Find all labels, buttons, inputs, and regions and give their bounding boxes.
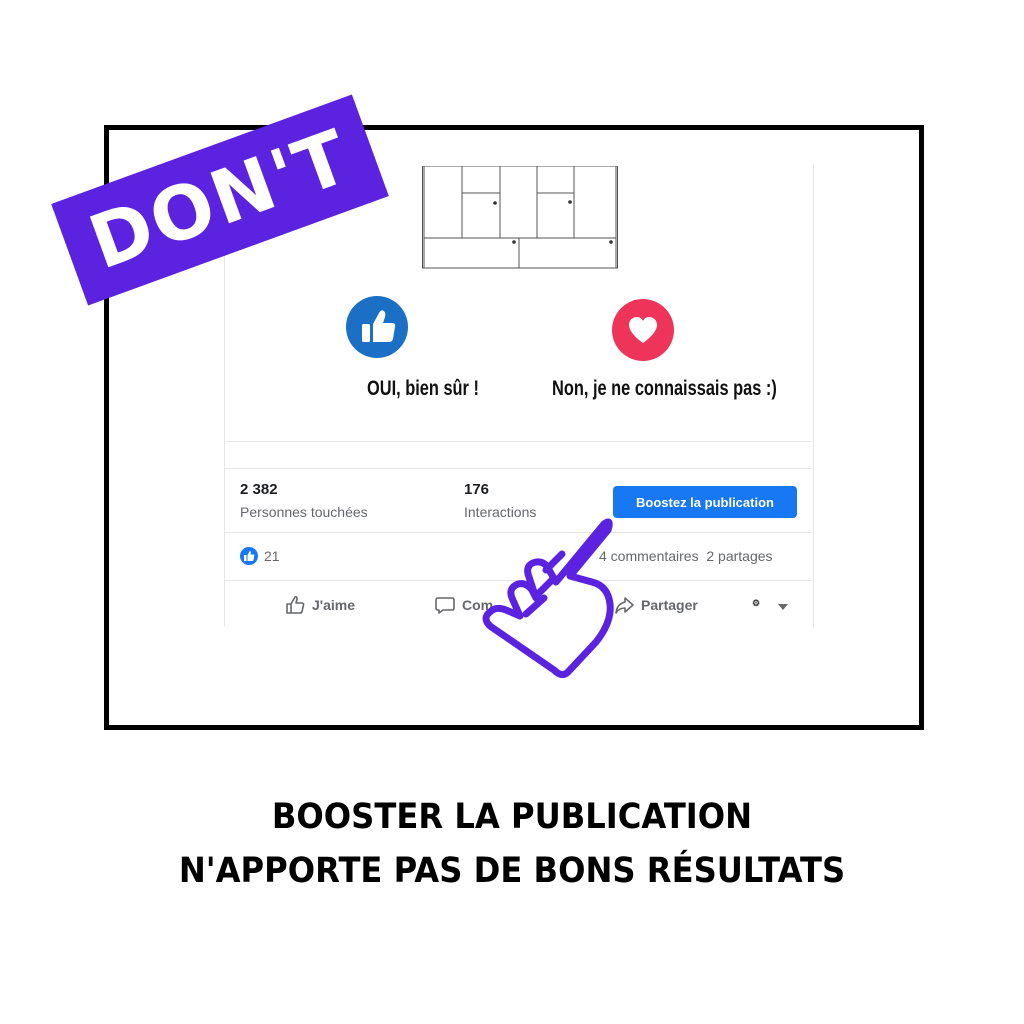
post-image [422, 166, 618, 269]
option-yes-label: OUI, bien sûr ! [367, 377, 479, 400]
pointing-hand-icon [482, 518, 614, 679]
avatar: ⚙ [752, 598, 761, 608]
comment-icon [435, 597, 455, 614]
thumbs-up-outline-icon [286, 595, 305, 614]
thumbs-up-icon [346, 296, 408, 358]
divider [225, 468, 811, 469]
like-reaction-icon[interactable] [240, 547, 258, 565]
reach-label: Personnes touchées [240, 504, 368, 520]
caption-line-1: BOOSTER LA PUBLICATION [271, 797, 753, 837]
divider [225, 441, 811, 442]
caption-line-2: N'APPORTE PAS DE BONS RÉSULTATS [178, 851, 846, 891]
like-action-button[interactable]: J'aime [284, 592, 355, 618]
share-action-label: Partager [641, 597, 698, 613]
audience-selector[interactable]: ⚙ [752, 594, 788, 620]
heart-icon [612, 299, 674, 361]
option-no-label: Non, je ne connaissais pas :) [552, 377, 777, 400]
reach-value: 2 382 [240, 481, 278, 498]
like-action-label: J'aime [312, 597, 356, 613]
chevron-down-icon [778, 604, 788, 610]
reactions-count[interactable]: 21 [264, 548, 280, 564]
boost-post-button[interactable]: Boostez la publication [613, 486, 797, 518]
interactions-value: 176 [464, 481, 490, 498]
